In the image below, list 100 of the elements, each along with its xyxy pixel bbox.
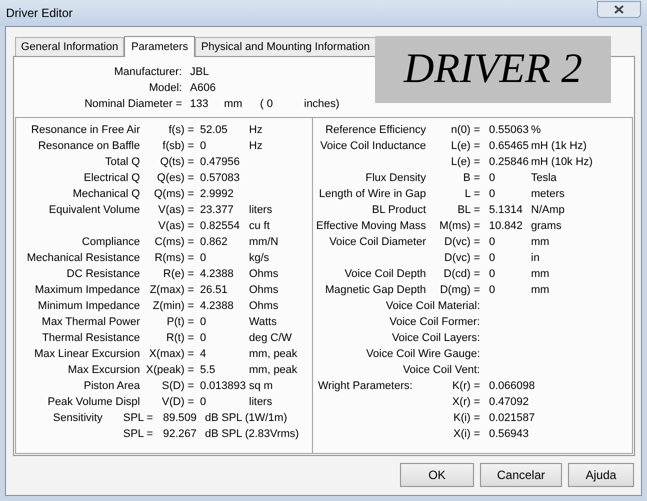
param-unit: Ohms [249,268,278,280]
param-symbol: S(D) = [162,380,194,392]
param-unit: Ohms [249,284,278,296]
param-symbol: Q(ts) = [160,156,194,168]
close-button[interactable] [597,0,641,18]
param-value: 0 [489,284,496,296]
param-unit: mH (10k Hz) [531,156,593,168]
param-symbol: R(e) = [163,268,194,280]
param-symbol: X(r) = [452,396,480,408]
param-value: 0.57083 [200,172,240,184]
param-label: Max Thermal Power [42,316,140,328]
param-symbol: D(cd) = [444,268,480,280]
param-label: Maximum Impedance [34,284,140,296]
param-symbol: Q(ms) = [154,188,194,200]
field-label: Voice Coil Layers: [392,332,480,344]
param-unit: cu ft [249,220,270,232]
param-symbol: M(ms) = [439,220,480,232]
param-unit: mm, peak [249,364,298,376]
param-label: Max Excursion [68,364,140,376]
param-unit: mm [531,284,550,296]
param-value: 89.509 [163,412,197,424]
field-label: Manufacturer: [114,66,182,78]
param-symbol: D(vc) = [444,236,480,248]
field-unit: inches) [304,98,340,110]
param-symbol: n(0) = [450,124,480,136]
param-symbol: Z(min) = [152,300,194,312]
param-unit: Watts [249,316,277,328]
param-value: 10.842 [489,220,523,232]
param-label: Length of Wire in Gap [318,188,426,200]
param-unit: Hz [249,140,262,152]
field-unit: mm [224,98,242,110]
dialog-button[interactable]: Ajuda [568,463,634,487]
param-label: Mechanical Q [72,188,140,200]
param-value: 5.5 [200,364,216,376]
param-label: Electrical Q [84,172,140,184]
param-value: 0.013893 [200,380,246,392]
field-value: A606 [190,82,216,94]
param-symbol: Z(max) = [150,284,194,296]
param-value: 92.267 [163,428,197,440]
param-unit: sq m [249,380,273,392]
param-label: DC Resistance [66,268,140,280]
param-symbol: V(as) = [158,204,194,216]
param-value: 0.47092 [489,396,529,408]
dialog-button[interactable]: Cancelar [480,463,562,487]
param-label: Piston Area [84,380,140,392]
param-value: 0 [489,172,496,184]
param-unit: in [531,252,540,264]
param-symbol: K(i) = [453,412,480,424]
tab[interactable]: Parameters [124,36,196,57]
param-unit: dB SPL (1W/1m) [205,412,288,424]
param-unit: Ohms [249,300,278,312]
dialog-button[interactable]: OK [400,463,474,487]
param-unit: deg C/W [249,332,292,344]
param-value: 0.82554 [200,220,240,232]
param-symbol: L(e) = [450,140,480,152]
param-value: 0.066098 [489,380,535,392]
param-value: 5.1314 [489,204,523,216]
param-value: 0 [489,236,496,248]
param-value: 4.2388 [200,300,234,312]
param-symbol: B = [463,172,480,184]
param-label: Peak Volume Displ [48,396,140,408]
param-value: 0 [489,268,496,280]
param-label: Magnetic Gap Depth [325,284,426,296]
param-value: 0 [200,332,206,344]
field-label: Voice Coil Material: [386,300,480,312]
param-symbol: V(as) = [158,220,194,232]
param-symbol: L(e) = [450,156,480,168]
param-symbol: X(peak) = [146,364,194,376]
param-label: Voice Coil Inductance [320,140,426,152]
param-symbol: D(mg) = [440,284,480,296]
param-value: 0 [200,316,206,328]
param-label: Flux Density [365,172,426,184]
param-value: 0 [489,252,496,264]
param-label: Effective Moving Mass [316,220,426,232]
param-symbol: L = [464,188,480,200]
param-label: Max Linear Excursion [34,348,140,360]
param-value: 0.65465 [489,140,529,152]
param-value: 0.56943 [489,428,529,440]
param-unit: Hz [249,124,262,136]
field-label: Nominal Diameter = [84,98,182,110]
param-label: Minimum Impedance [38,300,140,312]
param-label: Voice Coil Diameter [329,236,426,248]
param-value: 0 [489,188,496,200]
param-label: Wright Parameters: [318,380,413,392]
param-value: 0.47956 [200,156,240,168]
param-value: 0 [200,396,206,408]
param-unit: liters [249,204,272,216]
param-label: Voice Coil Depth [344,268,426,280]
param-unit: kg/s [249,252,270,264]
param-symbol: P(t) = [166,316,194,328]
param-symbol: V(D) = [162,396,194,408]
param-unit: Tesla [531,172,557,184]
param-label: BL Product [372,204,426,216]
param-value: 0 [200,252,206,264]
param-value: 0.55063 [489,124,529,136]
param-symbol: SPL = [123,428,153,440]
param-symbol: f(s) = [168,124,194,136]
param-symbol: C(ms) = [154,236,194,248]
tab[interactable]: General Information [15,37,124,56]
tab[interactable]: Physical and Mounting Information [195,37,376,56]
